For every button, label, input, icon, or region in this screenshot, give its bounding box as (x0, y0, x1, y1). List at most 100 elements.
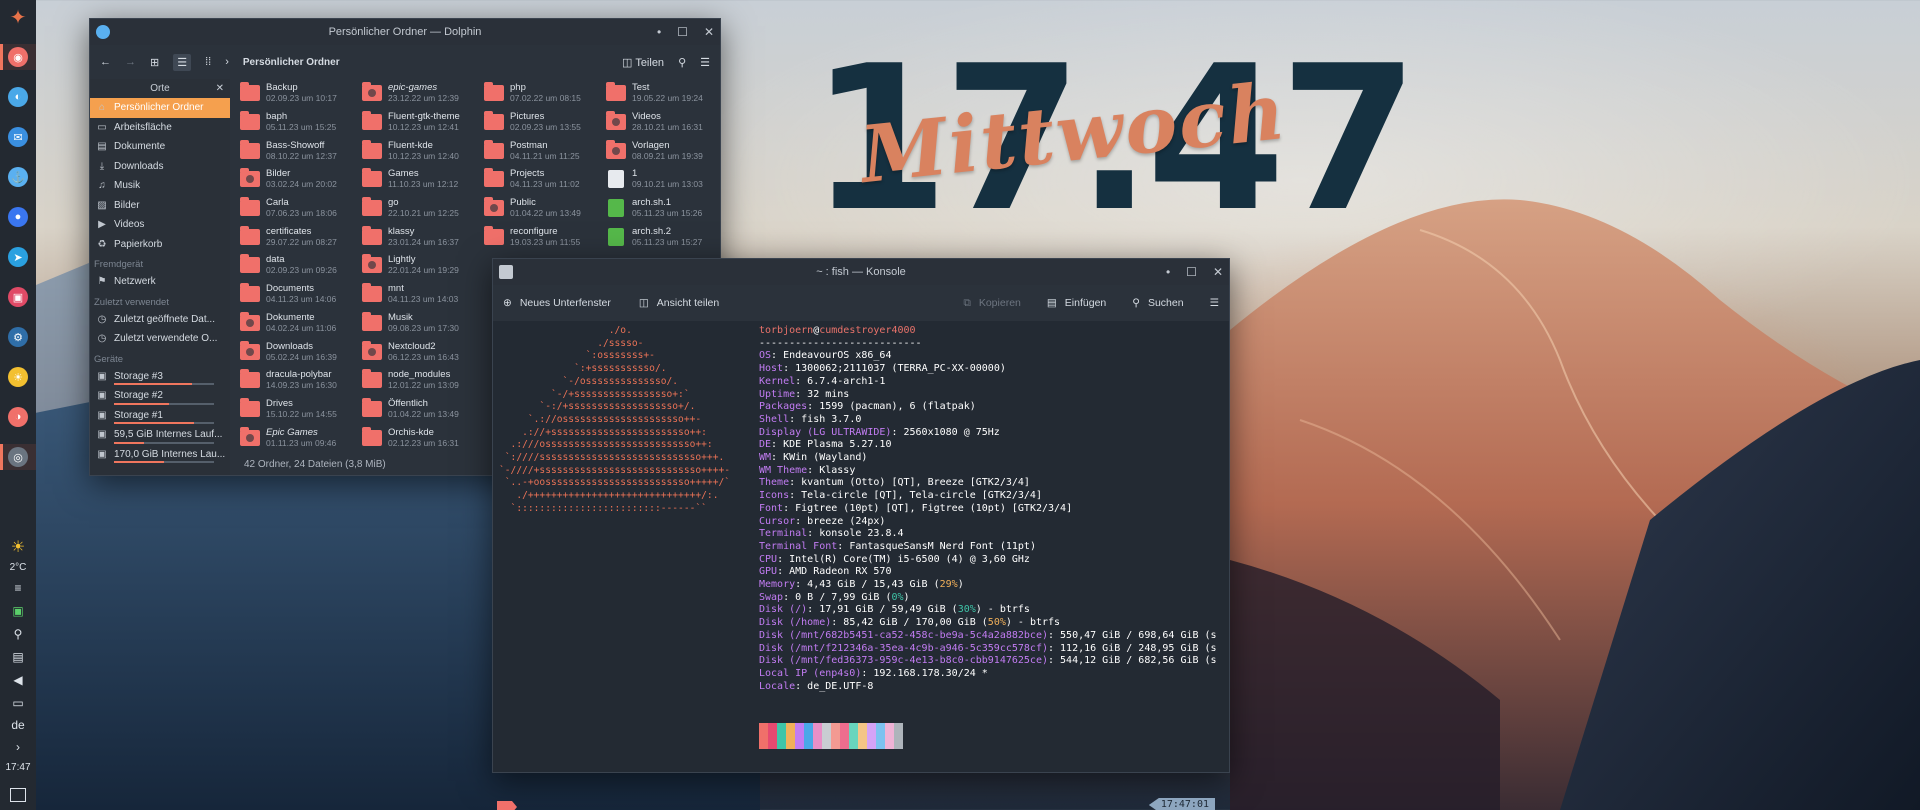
paste-icon[interactable]: ▤ (1047, 297, 1057, 309)
places-item[interactable]: ▨ Bilder (90, 196, 230, 216)
places-item[interactable]: ▤ Dokumente (90, 137, 230, 157)
file-item[interactable]: 1 09.10.21 um 13:03 (606, 165, 726, 194)
copy-icon[interactable]: ⧉ (963, 297, 971, 310)
file-item[interactable]: Videos 28.10.21 um 16:31 (606, 108, 726, 137)
paste-button[interactable]: Einfügen (1065, 297, 1106, 309)
places-item[interactable]: ♫ Musik (90, 176, 230, 196)
places-item[interactable]: ♻ Papierkorb (90, 235, 230, 255)
places-item[interactable]: ▣ 170,0 GiB Internes Lau... (90, 445, 230, 465)
file-item[interactable]: php 07.02.22 um 08:15 (484, 79, 604, 108)
file-item[interactable]: klassy 23.01.24 um 16:37 (362, 222, 482, 251)
file-item[interactable]: Nextcloud2 06.12.23 um 16:43 (362, 337, 482, 366)
icons-view-icon[interactable]: ⊞ (150, 56, 159, 69)
file-item[interactable]: Vorlagen 08.09.21 um 19:39 (606, 136, 726, 165)
places-item[interactable]: ◷ Zuletzt verwendete O... (90, 329, 230, 349)
clipboard-icon[interactable]: ▤ (10, 649, 26, 665)
file-item[interactable]: epic-games 23.12.22 um 12:39 (362, 79, 482, 108)
places-item[interactable]: ◷ Zuletzt geöffnete Dat... (90, 310, 230, 330)
places-item[interactable]: ▭ Arbeitsfläche (90, 118, 230, 138)
places-item[interactable]: ▣ Storage #3 (90, 367, 230, 387)
split-button[interactable]: ◫ Teilen (622, 56, 664, 69)
search-icon[interactable]: ⚲ (1132, 297, 1140, 309)
breadcrumb[interactable]: Persönlicher Ordner (243, 57, 340, 68)
task-vivaldi[interactable]: ◉ (0, 44, 36, 70)
places-item[interactable]: ⤓ Downloads (90, 157, 230, 177)
file-item[interactable]: Documents 04.11.23 um 14:06 (240, 280, 360, 309)
new-tab-button[interactable]: Neues Unterfenster (520, 297, 611, 309)
keyboard-layout[interactable]: de (11, 718, 24, 732)
panel-clock[interactable]: 17:47 (5, 762, 30, 773)
volume-icon[interactable]: ◀ (10, 672, 26, 688)
file-item[interactable]: Pictures 02.09.23 um 13:55 (484, 108, 604, 137)
file-item[interactable]: Orchis-kde 02.12.23 um 16:31 (362, 423, 482, 452)
file-item[interactable]: Bass-Showoff 08.10.22 um 12:37 (240, 136, 360, 165)
file-item[interactable]: arch.sh.1 05.11.23 um 15:26 (606, 194, 726, 223)
close-panel-icon[interactable]: ✕ (216, 83, 224, 94)
keep-above-icon[interactable]: • (657, 25, 661, 39)
keep-above-icon[interactable]: • (1166, 265, 1170, 279)
places-item[interactable]: ▣ 59,5 GiB Internes Lauf... (90, 425, 230, 445)
task-store[interactable]: ▣ (0, 284, 36, 310)
file-item[interactable]: certificates 29.07.22 um 08:27 (240, 222, 360, 251)
copy-button[interactable]: Kopieren (979, 297, 1021, 309)
hamburger-menu-icon[interactable]: ☰ (1210, 297, 1219, 309)
file-item[interactable]: dracula-polybar 14.09.23 um 16:30 (240, 366, 360, 395)
show-desktop-icon[interactable] (10, 788, 26, 802)
file-item[interactable]: Projects 04.11.23 um 11:02 (484, 165, 604, 194)
vpn-lock-icon[interactable]: ▣ (10, 603, 26, 619)
file-item[interactable]: Dokumente 04.02.24 um 11:06 (240, 309, 360, 338)
new-tab-icon[interactable]: ⊕ (503, 297, 512, 309)
compact-view-icon[interactable]: ⁞⁞ (205, 56, 211, 68)
file-item[interactable]: mnt 04.11.23 um 14:03 (362, 280, 482, 309)
task-disk[interactable]: ◎ (0, 444, 36, 470)
task-signal[interactable]: ● (0, 204, 36, 230)
breadcrumb-chevron-icon[interactable]: › (225, 56, 229, 68)
back-arrow-icon[interactable]: ← (100, 56, 111, 68)
places-item[interactable]: ▣ Storage #2 (90, 386, 230, 406)
split-view-icon[interactable]: ◫ (639, 297, 649, 309)
file-item[interactable]: Public 01.04.22 um 13:49 (484, 194, 604, 223)
maximize-icon[interactable]: ☐ (1186, 265, 1197, 279)
terminal-area[interactable]: ./o. ./sssso- `:osssssss+- `:+ssssssssss… (493, 321, 1229, 810)
task-firefox[interactable]: ◐ (0, 84, 36, 110)
close-icon[interactable]: ✕ (1213, 265, 1223, 279)
details-view-icon[interactable]: ☰ (173, 53, 192, 71)
display-icon[interactable]: ▭ (10, 695, 26, 711)
places-item[interactable]: ▶ Videos (90, 215, 230, 235)
task-toggle[interactable]: ◑ (0, 404, 36, 430)
places-item[interactable]: ⌂ Persönlicher Ordner (90, 98, 230, 118)
weather-sun-icon[interactable]: ☀ (10, 539, 26, 556)
location-pin-icon[interactable]: ⚲ (10, 626, 26, 642)
file-item[interactable]: Games 11.10.23 um 12:12 (362, 165, 482, 194)
endeavour-logo-icon[interactable]: ✦ (6, 6, 30, 30)
maximize-icon[interactable]: ☐ (677, 25, 688, 39)
file-item[interactable]: Test 19.05.22 um 19:24 (606, 79, 726, 108)
file-item[interactable]: node_modules 12.01.22 um 13:09 (362, 366, 482, 395)
forward-arrow-icon[interactable]: → (125, 56, 136, 68)
file-item[interactable]: Lightly 22.01.24 um 19:29 (362, 251, 482, 280)
find-button[interactable]: Suchen (1148, 297, 1184, 309)
file-item[interactable]: Fluent-kde 10.12.23 um 12:40 (362, 136, 482, 165)
task-sunny[interactable]: ☀ (0, 364, 36, 390)
task-telegram[interactable]: ➤ (0, 244, 36, 270)
task-mastodon[interactable]: ⚓ (0, 164, 36, 190)
task-steam[interactable]: ⚙ (0, 324, 36, 350)
file-item[interactable]: Bilder 03.02.24 um 20:02 (240, 165, 360, 194)
file-item[interactable]: arch.sh.2 05.11.23 um 15:27 (606, 222, 726, 251)
file-item[interactable]: Fluent-gtk-theme 10.12.23 um 12:41 (362, 108, 482, 137)
file-item[interactable]: baph 05.11.23 um 15:25 (240, 108, 360, 137)
places-item[interactable]: ▣ Storage #1 (90, 406, 230, 426)
dolphin-titlebar[interactable]: Persönlicher Ordner — Dolphin • ☐ ✕ (90, 19, 720, 45)
file-item[interactable]: Epic Games 01.11.23 um 09:46 (240, 423, 360, 452)
konsole-titlebar[interactable]: ~ : fish — Konsole • ☐ ✕ (493, 259, 1229, 285)
search-icon[interactable]: ⚲ (678, 56, 686, 69)
file-item[interactable]: Backup 02.09.23 um 10:17 (240, 79, 360, 108)
chevron-right-icon[interactable]: › (10, 739, 26, 755)
file-item[interactable]: Carla 07.06.23 um 18:06 (240, 194, 360, 223)
file-item[interactable]: Musik 09.08.23 um 17:30 (362, 309, 482, 338)
file-item[interactable]: data 02.09.23 um 09:26 (240, 251, 360, 280)
close-icon[interactable]: ✕ (704, 25, 714, 39)
split-view-button[interactable]: Ansicht teilen (657, 297, 719, 309)
file-item[interactable]: Downloads 05.02.24 um 16:39 (240, 337, 360, 366)
task-thunderbird[interactable]: ✉ (0, 124, 36, 150)
